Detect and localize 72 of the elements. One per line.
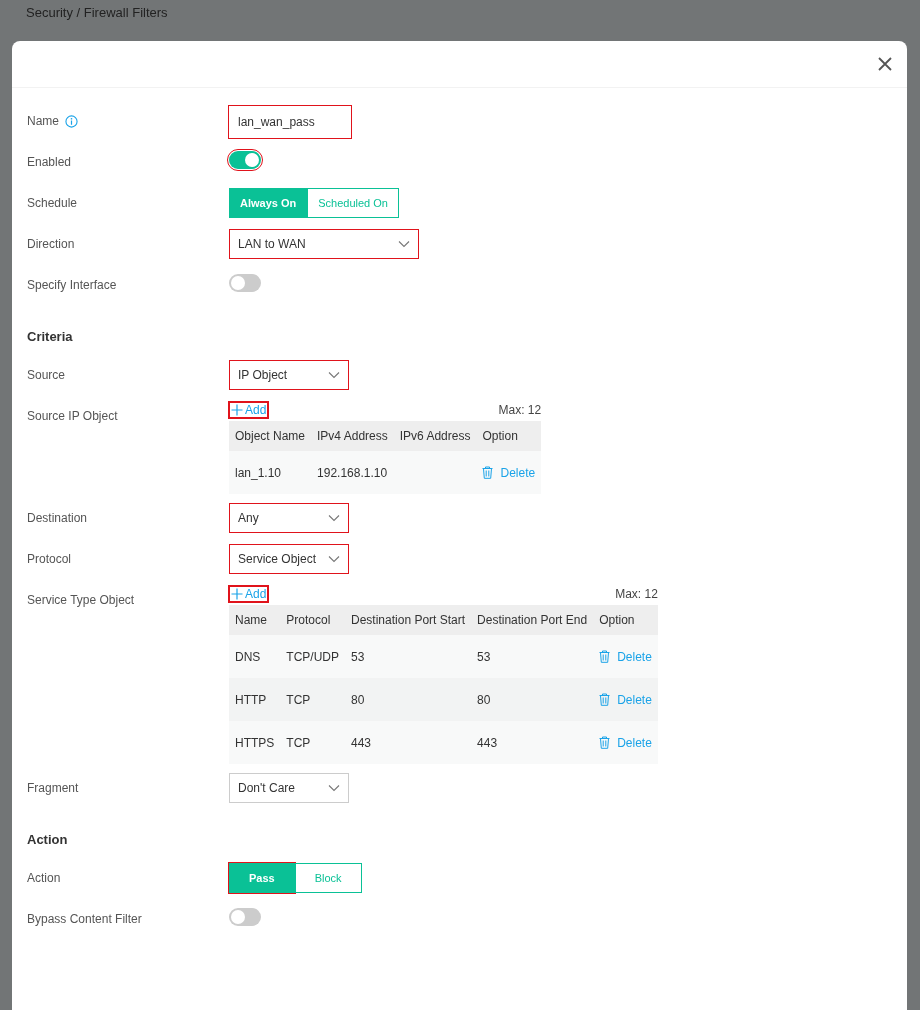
table-cell: 53 [477,649,491,664]
table-cell: 53 [351,649,365,664]
field-label: Direction [27,237,75,251]
trash-icon [599,736,611,749]
field-label: Destination [27,511,88,525]
column-header: IPv4 Address [316,428,389,445]
column-header: Option [481,428,519,445]
column-header: Option [598,612,636,629]
plus-icon [231,404,243,416]
toggle-switch[interactable] [229,908,261,926]
caret-icon [328,514,340,522]
segment-button[interactable]: Always On [229,188,308,218]
dropdown[interactable]: IP Object [229,360,349,390]
table-cell: lan_1.10 [235,465,282,480]
field-label: Service Type Object [27,593,135,607]
field-label: Bypass Content Filter [27,912,142,926]
column-header: IPv6 Address [398,428,472,445]
delete-link[interactable]: Delete [599,649,652,664]
trash-icon [482,466,494,479]
toggle-switch[interactable] [229,151,261,169]
trash-icon [599,650,611,663]
toggle-switch[interactable] [229,274,261,292]
max-count: Max: 12 [498,403,542,417]
field-label: Schedule [27,196,78,210]
segment-button[interactable]: Pass [229,863,295,893]
column-header: Destination Port Start [350,612,467,629]
caret-icon [328,784,340,792]
field-label: Action [27,871,61,885]
table-cell: TCP [286,735,311,750]
table-cell: 443 [351,735,372,750]
plus-icon [231,588,243,600]
table-cell: HTTP [235,692,267,707]
trash-icon [599,693,611,706]
section-heading: Criteria [27,329,74,344]
breadcrumb: Security / Firewall Filters [25,4,169,22]
delete-link[interactable]: Delete [599,735,652,750]
section-heading: Action [27,832,69,847]
dropdown[interactable]: Don't Care [229,773,349,803]
table-cell: DNS [235,649,261,664]
table-cell: 443 [477,735,498,750]
table-cell: 192.168.1.10 [317,465,388,480]
caret-icon [328,555,340,563]
dropdown[interactable]: Service Object [229,544,349,574]
column-header: Name [234,612,268,629]
table-cell: 80 [351,692,365,707]
column-header: Destination Port End [476,612,589,629]
dropdown[interactable]: Any [229,503,349,533]
caret-icon [328,371,340,379]
table-cell: TCP [286,692,311,707]
table-cell: HTTPS [235,735,275,750]
add-link[interactable]: Add [229,586,269,602]
field-label: Enabled [27,155,72,169]
field-label: Specify Interface [27,278,117,292]
column-header: Object Name [234,428,307,445]
delete-link[interactable]: Delete [599,692,652,707]
field-label: Protocol [27,552,72,566]
delete-link[interactable]: Delete [482,465,536,480]
field-label: Source [27,368,66,382]
field-label: Source IP Object [27,409,118,423]
field-label: Name [27,114,59,128]
dropdown[interactable]: LAN to WAN [229,229,419,259]
caret-icon [398,240,410,248]
column-header: Protocol [285,612,332,629]
table-cell: TCP/UDP [286,649,339,664]
add-link[interactable]: Add [229,402,269,418]
table-cell: 80 [477,692,491,707]
max-count: Max: 12 [615,587,658,601]
segment-button[interactable]: Block [294,863,362,893]
segment-button[interactable]: Scheduled On [307,188,399,218]
name-field[interactable]: lan_wan_pass [229,106,351,138]
field-label: Fragment [27,781,79,795]
close-icon[interactable] [877,56,893,72]
